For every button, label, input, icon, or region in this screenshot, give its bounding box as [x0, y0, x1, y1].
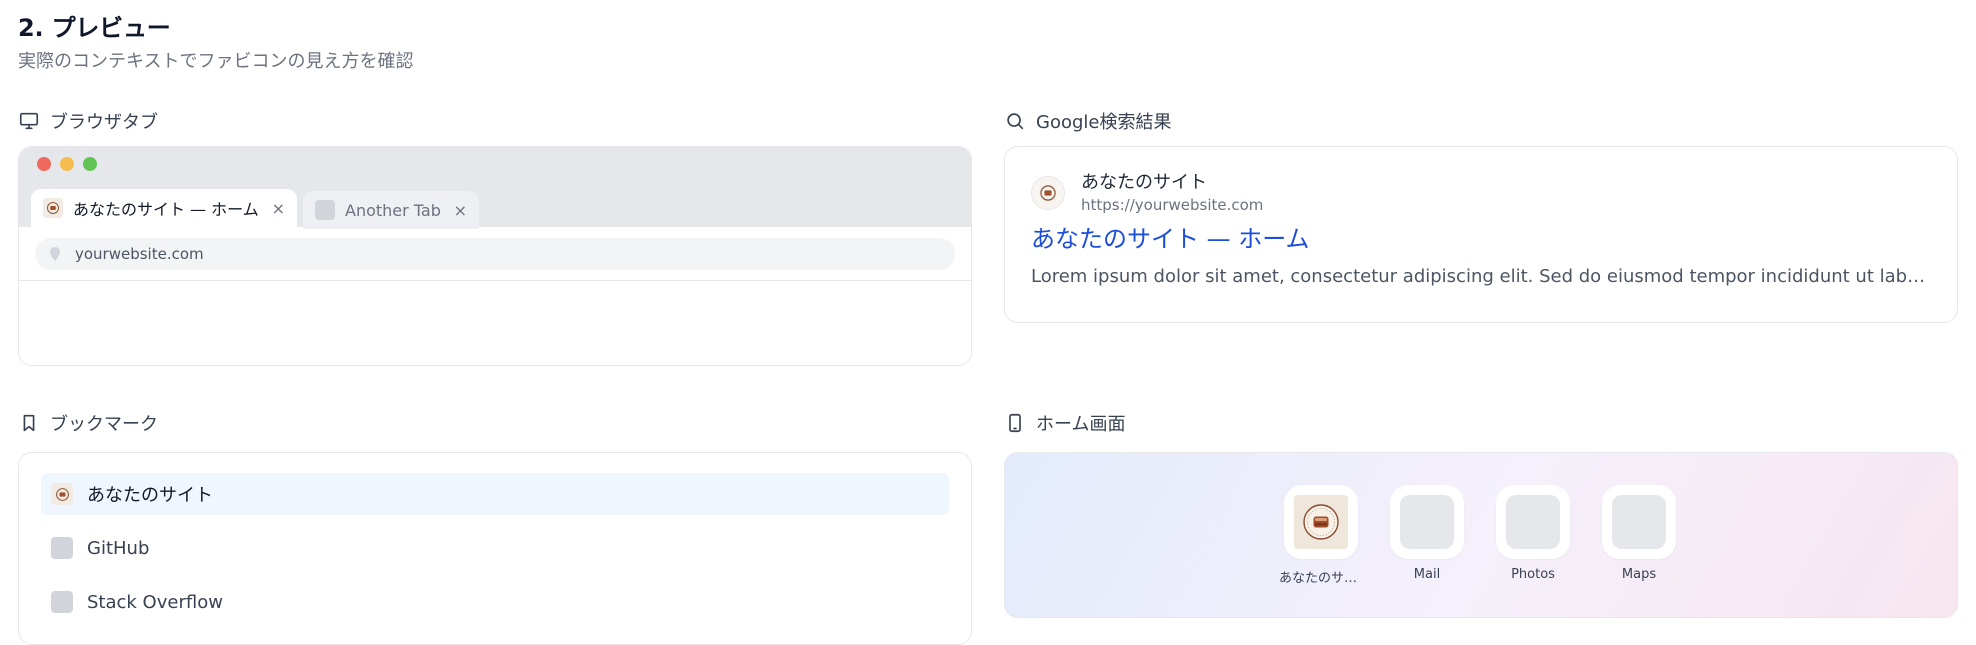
- placeholder-favicon-icon: [51, 591, 73, 613]
- google-result-heading-label: Google検索結果: [1036, 112, 1172, 133]
- app-icons: あなたのサイト Mail Photos Maps: [1279, 485, 1676, 586]
- placeholder-app-icon: [1400, 495, 1454, 549]
- app-label: あなたのサイト: [1279, 571, 1363, 586]
- search-icon: [1007, 113, 1024, 130]
- bookmark-item[interactable]: GitHub: [41, 527, 949, 569]
- placeholder-app-icon: [1612, 495, 1666, 549]
- address-bar[interactable]: yourwebsite.com: [35, 237, 955, 270]
- home-screen-heading-label: ホーム画面: [1036, 414, 1126, 435]
- app-tile[interactable]: Photos: [1496, 485, 1570, 586]
- section-subtitle: 実際のコンテキストでファビコンの見え方を確認: [18, 51, 414, 72]
- app-icon: [1496, 485, 1570, 559]
- result-title-link[interactable]: あなたのサイト — ホーム: [1031, 223, 1931, 255]
- bookmark-list: あなたのサイト GitHub Stack Overflow: [18, 452, 972, 645]
- app-label: Mail: [1413, 567, 1441, 582]
- phone-icon: [1009, 413, 1021, 433]
- bookmark-heading: ブックマーク: [18, 410, 972, 436]
- bookmark-label: GitHub: [87, 537, 150, 559]
- app-label: Maps: [1621, 567, 1657, 582]
- favicon-icon: [1031, 176, 1065, 210]
- browser-tab-bar: あなたのサイト — ホーム × Another Tab ×: [19, 147, 971, 229]
- preview-section: 2. プレビュー 実際のコンテキストでファビコンの見え方を確認 ブラウザタブ あ…: [18, 12, 1958, 645]
- close-icon[interactable]: ×: [272, 199, 285, 218]
- location-pin-icon: [50, 246, 60, 261]
- app-label: Photos: [1511, 567, 1555, 582]
- zoom-dot: [83, 157, 97, 171]
- address-bar-row: yourwebsite.com: [19, 227, 971, 281]
- app-tile[interactable]: あなたのサイト: [1279, 485, 1363, 586]
- app-icon: [1284, 485, 1358, 559]
- favicon-icon: [51, 483, 73, 505]
- home-screen-mock: あなたのサイト Mail Photos Maps: [1004, 452, 1958, 618]
- window-controls: [37, 157, 97, 171]
- address-text: yourwebsite.com: [75, 244, 204, 263]
- bookmark-label: Stack Overflow: [87, 591, 223, 613]
- placeholder-app-icon: [1506, 495, 1560, 549]
- result-url: https://yourwebsite.com: [1081, 196, 1264, 214]
- result-site-name: あなたのサイト: [1081, 172, 1207, 193]
- browser-tab-preview: ブラウザタブ あなたのサイト — ホーム × Another Tab × you…: [18, 108, 972, 366]
- browser-window-mock: あなたのサイト — ホーム × Another Tab × yourwebsit…: [18, 146, 972, 366]
- close-icon[interactable]: ×: [454, 201, 467, 220]
- home-screen-preview: ホーム画面 あなたのサイト Mail Photos Maps: [1004, 410, 1958, 618]
- result-description: Lorem ipsum dolor sit amet, consectetur …: [1031, 266, 1931, 287]
- browser-tab-inactive[interactable]: Another Tab ×: [303, 191, 479, 229]
- minimize-dot: [60, 157, 74, 171]
- search-result-site: あなたのサイト https://yourwebsite.com: [1031, 171, 1931, 215]
- placeholder-favicon-icon: [51, 537, 73, 559]
- browser-tab-active[interactable]: あなたのサイト — ホーム ×: [31, 189, 297, 227]
- section-title: 2. プレビュー: [18, 14, 171, 42]
- google-result-preview: Google検索結果 あなたのサイト https://yourwebsite.c…: [1004, 108, 1958, 323]
- tab-label: あなたのサイト — ホーム: [73, 200, 259, 219]
- app-tile[interactable]: Mail: [1390, 485, 1464, 586]
- app-icon: [1602, 485, 1676, 559]
- favicon-icon: [43, 198, 63, 218]
- browser-tabs: あなたのサイト — ホーム × Another Tab ×: [31, 189, 479, 229]
- bookmark-item[interactable]: Stack Overflow: [41, 581, 949, 623]
- google-result-heading: Google検索結果: [1004, 108, 1958, 134]
- site-logo-icon: [1294, 495, 1348, 549]
- bookmark-label: あなたのサイト: [87, 485, 213, 506]
- placeholder-favicon-icon: [315, 200, 335, 220]
- bookmark-icon: [23, 414, 35, 432]
- home-screen-heading: ホーム画面: [1004, 410, 1958, 436]
- app-icon: [1390, 485, 1464, 559]
- browser-tab-heading-label: ブラウザタブ: [50, 112, 158, 133]
- close-dot: [37, 157, 51, 171]
- bookmark-item[interactable]: あなたのサイト: [41, 473, 949, 515]
- browser-tab-heading: ブラウザタブ: [18, 108, 972, 134]
- bookmark-heading-label: ブックマーク: [50, 414, 158, 435]
- app-tile[interactable]: Maps: [1602, 485, 1676, 586]
- search-result-card: あなたのサイト https://yourwebsite.com あなたのサイト …: [1004, 146, 1958, 323]
- bookmark-preview: ブックマーク あなたのサイト GitHub Stack Overflow: [18, 410, 972, 645]
- monitor-icon: [19, 112, 39, 130]
- tab-label: Another Tab: [345, 200, 441, 220]
